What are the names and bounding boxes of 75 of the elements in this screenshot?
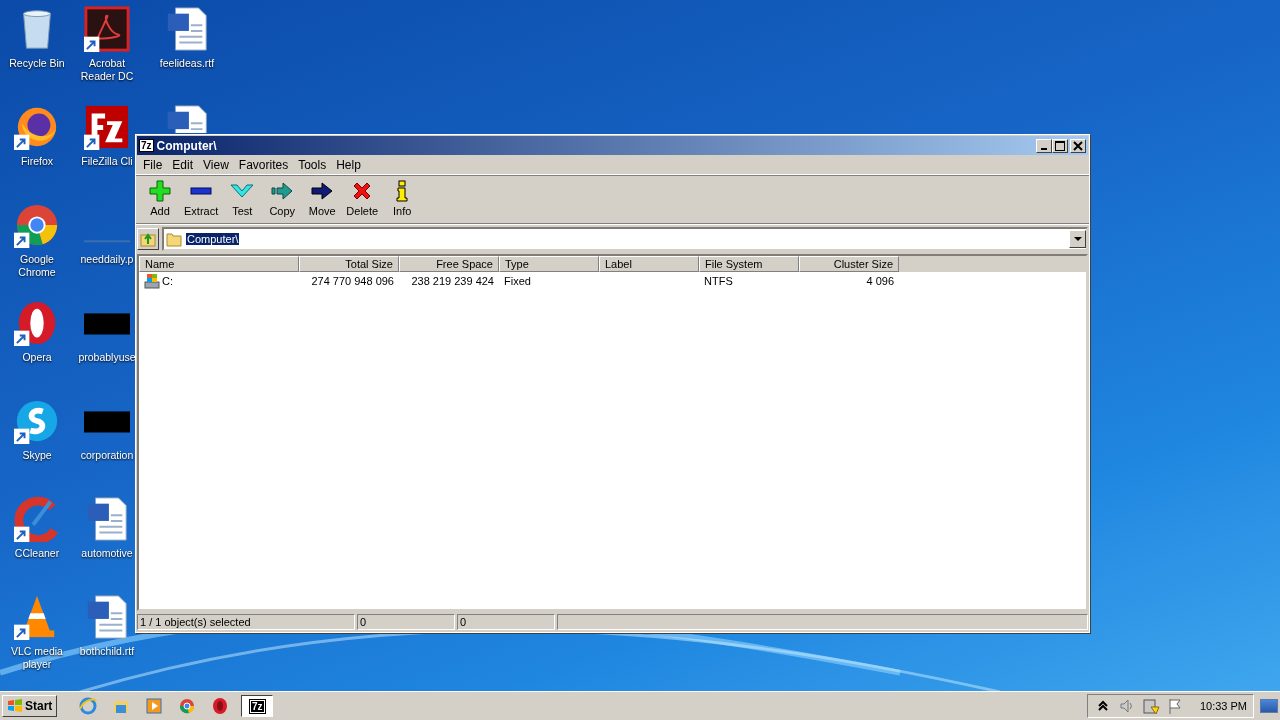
desktop-icon-label[interactable]: corporation — [80, 449, 134, 462]
column-header[interactable]: Name — [139, 256, 299, 272]
column-header[interactable]: Cluster Size — [799, 256, 899, 272]
minimize-icon — [1041, 147, 1047, 150]
desktop-icon-label[interactable]: CCleaner — [14, 547, 60, 560]
desktop-icon-label[interactable]: VLC media player — [2, 645, 72, 671]
desktop-icon-label[interactable]: FileZilla Cli — [81, 155, 133, 168]
chrome-icon[interactable] — [14, 202, 60, 248]
drive-icon — [144, 272, 160, 289]
toolbar-button[interactable]: Add — [140, 179, 180, 221]
table-cell-text: Fixed — [503, 274, 532, 287]
toolbar-button[interactable]: Move — [302, 179, 343, 221]
opera-icon[interactable] — [211, 697, 230, 715]
desktop-icon-label[interactable]: Recycle Bin — [9, 57, 65, 70]
toolbar-button[interactable]: Info — [382, 179, 423, 221]
menu-item[interactable]: Help — [331, 158, 366, 172]
arrow-right-icon — [310, 179, 335, 203]
up-folder-button[interactable] — [137, 228, 159, 250]
desktop-icon-label[interactable]: feelideas.rtf — [159, 57, 215, 70]
menu-item[interactable]: View — [198, 158, 234, 172]
desktop-icon-label[interactable]: Skype — [22, 449, 52, 462]
desktop-icon-label[interactable]: bothchild.rtf — [79, 645, 135, 658]
desktop-icon-label[interactable]: Firefox — [20, 155, 54, 168]
menu-item[interactable]: Tools — [293, 158, 332, 172]
table-cell-text: 238 219 239 424 — [410, 274, 495, 287]
column-header[interactable]: Total Size — [299, 256, 399, 272]
address-field[interactable]: Computer\ — [162, 227, 1088, 251]
desktop-icon-label[interactable]: automotive — [81, 547, 133, 560]
table-cell: C: — [139, 272, 299, 289]
dropdown-button[interactable] — [1069, 230, 1086, 248]
skype-icon[interactable] — [14, 398, 60, 444]
column-header[interactable]: File System — [699, 256, 799, 272]
desktop-icon-label[interactable]: Opera — [22, 351, 52, 364]
arrow-right-icon — [270, 179, 295, 203]
column-header[interactable]: Type — [499, 256, 599, 272]
app-logo: 7z — [139, 139, 154, 152]
folder-icon — [166, 231, 182, 247]
plus-icon — [148, 179, 172, 203]
desktop-icon-label[interactable]: probablyuse — [78, 351, 136, 364]
status-panel: 0 — [357, 614, 455, 630]
table-cell-text: NTFS — [703, 274, 734, 287]
status-panel: 0 — [457, 614, 555, 630]
maximize-button[interactable] — [1052, 138, 1068, 153]
toolbar-button[interactable]: Extract — [180, 179, 223, 221]
menu-item[interactable]: Favorites — [233, 158, 294, 172]
menu-item[interactable]: File — [138, 158, 168, 172]
toolbar-button[interactable]: Delete — [342, 179, 383, 221]
folder-up-icon — [140, 231, 156, 247]
taskbar-button[interactable]: 7z — [241, 695, 274, 717]
toolbar-button[interactable]: Copy — [262, 179, 303, 221]
menu-item[interactable]: Edit — [167, 158, 199, 172]
acrobat-icon[interactable] — [84, 6, 130, 52]
minimize-button[interactable] — [1036, 138, 1052, 153]
caret-icon — [1073, 237, 1082, 241]
window-title: Computer\ — [156, 138, 217, 153]
column-header[interactable]: Free Space — [399, 256, 499, 272]
toolbar-button[interactable]: Test — [222, 179, 263, 221]
column-header[interactable]: Label — [599, 256, 699, 272]
chrome-icon[interactable] — [178, 697, 197, 715]
desktop-icon-label[interactable]: Acrobat Reader DC — [72, 57, 142, 83]
table-cell-text: 4 096 — [865, 274, 895, 287]
clock[interactable]: 10:33 PM — [1199, 700, 1247, 712]
windows-flag-icon — [7, 698, 23, 714]
network-icon[interactable] — [1141, 697, 1160, 715]
status-panel: 1 / 1 object(s) selected — [137, 614, 355, 630]
desktop-icon-label[interactable]: needdaily.p — [80, 253, 134, 266]
table-cell-text: 274 770 948 096 — [310, 274, 395, 287]
start-button[interactable]: Start — [2, 695, 58, 717]
maximize-icon — [1055, 140, 1065, 151]
close-icon — [1073, 140, 1083, 151]
desktop-icon-label[interactable]: Google Chrome — [2, 253, 72, 279]
ccleaner-icon[interactable] — [14, 496, 60, 542]
close-button[interactable] — [1070, 138, 1086, 153]
play-icon[interactable] — [145, 697, 164, 715]
filezilla-icon[interactable] — [84, 104, 130, 150]
